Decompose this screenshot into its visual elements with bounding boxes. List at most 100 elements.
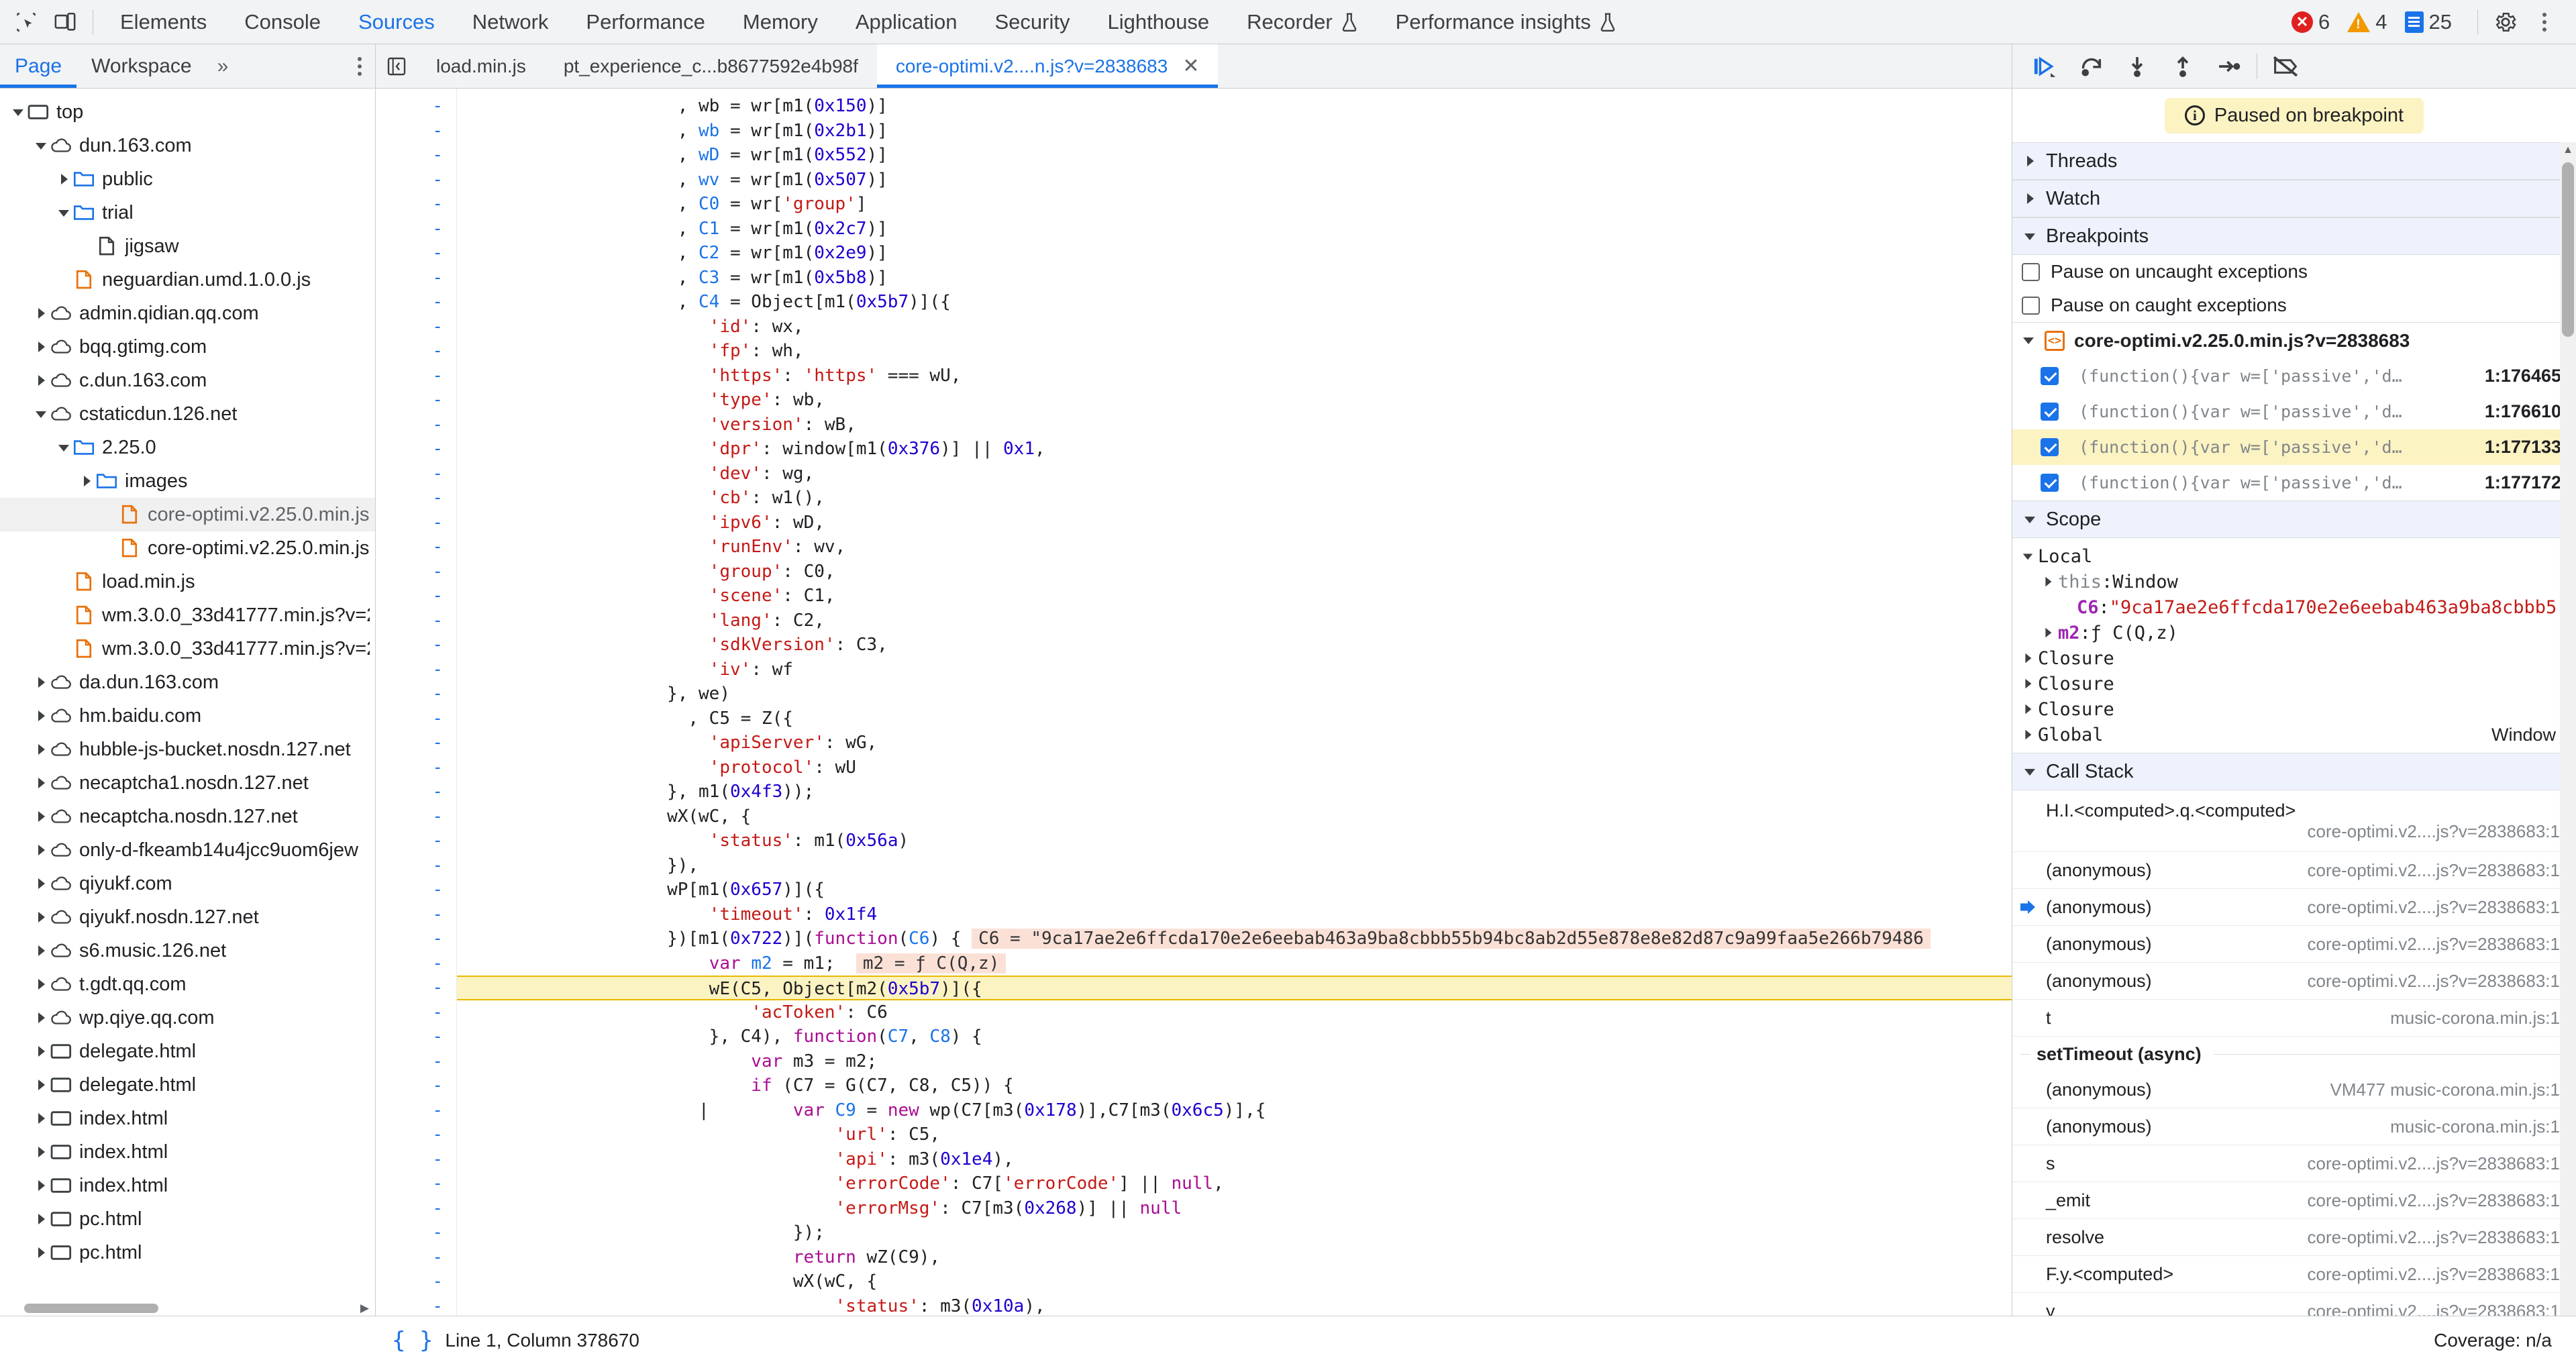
line-number[interactable]: - (376, 1122, 443, 1147)
chevron-right-icon[interactable] (32, 877, 50, 890)
code-line[interactable]: 'group': C0, (457, 560, 2012, 584)
call-stack-frame[interactable]: (anonymous) VM477 music-corona.min.js:1 (2012, 1071, 2576, 1108)
breakpoint-checkbox[interactable] (2041, 367, 2059, 385)
code-viewer[interactable]: ----------------------------------------… (376, 89, 2012, 1364)
pause-on-uncaught-exceptions-checkbox[interactable]: Pause on uncaught exceptions (2012, 255, 2576, 288)
line-number[interactable]: - (376, 290, 443, 315)
call-stack-frame[interactable]: (anonymous) core-optimi.v2....js?v=283868… (2012, 852, 2576, 889)
chevron-right-icon[interactable] (2042, 627, 2058, 639)
panel-tab-sources[interactable]: Sources (340, 0, 454, 44)
line-number[interactable]: - (376, 119, 443, 144)
tree-row[interactable]: core-optimi.v2.25.0.min.js?v (0, 498, 375, 531)
line-number[interactable]: - (376, 413, 443, 437)
breakpoint-row[interactable]: (function(){var w=['passive','d… 1:176465 (2012, 358, 2576, 394)
breakpoint-row[interactable]: (function(){var w=['passive','d… 1:177133 (2012, 429, 2576, 465)
tree-row[interactable]: images (0, 464, 375, 498)
chevron-right-icon[interactable] (32, 910, 50, 924)
line-number[interactable]: - (376, 609, 443, 633)
warning-counter[interactable]: 4 (2347, 10, 2399, 34)
chevron-right-icon[interactable] (32, 1212, 50, 1226)
line-number[interactable]: - (376, 780, 443, 804)
tree-row[interactable]: dun.163.com (0, 129, 375, 162)
line-number[interactable]: - (376, 951, 443, 976)
inline-variable-value[interactable]: C6 = "9ca17ae2e6ffcda170e2e6eebab463a9ba… (972, 929, 1930, 949)
line-number[interactable]: - (376, 168, 443, 193)
breakpoint-checkbox[interactable] (2041, 474, 2059, 492)
chevron-right-icon[interactable] (32, 810, 50, 823)
code-line[interactable]: var m3 = m2; (457, 1049, 2012, 1074)
chevron-right-icon[interactable] (32, 843, 50, 857)
line-number[interactable]: - (376, 1049, 443, 1074)
code-line[interactable]: 'iv': wf (457, 658, 2012, 682)
breakpoint-checkbox[interactable] (2041, 438, 2059, 456)
line-number[interactable]: - (376, 1000, 443, 1025)
line-number[interactable]: - (376, 241, 443, 266)
panel-tab-application[interactable]: Application (837, 0, 976, 44)
scope-row[interactable]: Closure (2012, 671, 2576, 696)
tree-row[interactable]: t.gdt.qq.com (0, 967, 375, 1001)
code-line[interactable]: 'https': 'https' === wU, (457, 364, 2012, 388)
code-line[interactable]: 'sdkVersion': C3, (457, 633, 2012, 658)
chevron-right-icon[interactable] (32, 978, 50, 991)
tree-row[interactable]: jigsaw (0, 229, 375, 263)
navigator-more-options-icon[interactable] (344, 56, 375, 76)
chevron-right-icon[interactable] (32, 944, 50, 957)
code-line[interactable]: 'status': m3(0x10a), (457, 1294, 2012, 1319)
line-number[interactable]: - (376, 143, 443, 168)
chevron-right-icon[interactable] (2022, 729, 2038, 741)
step-over-icon[interactable] (2069, 47, 2114, 86)
code-line[interactable]: var m2 = m1; m2 = ƒ C(Q,z) (457, 951, 2012, 976)
code-line[interactable]: 'errorCode': C7['errorCode'] || null, (457, 1171, 2012, 1196)
chevron-right-icon[interactable] (32, 1045, 50, 1058)
chevron-right-icon[interactable] (32, 743, 50, 756)
pause-on-caught-exceptions-checkbox[interactable]: Pause on caught exceptions (2012, 288, 2576, 322)
line-number[interactable]: - (376, 511, 443, 535)
breakpoint-group-file[interactable]: <> core-optimi.v2.25.0.min.js?v=2838683 (2012, 322, 2576, 358)
line-number[interactable]: - (376, 706, 443, 731)
code-content[interactable]: , wb = wr[m1(0x150)] , wb = wr[m1(0x2b1)… (456, 89, 2012, 1364)
panel-tab-lighthouse[interactable]: Lighthouse (1088, 0, 1228, 44)
editor-tab-core-optimi[interactable]: core-optimi.v2....n.js?v=2838683 ✕ (876, 44, 1219, 88)
line-number[interactable]: - (376, 1147, 443, 1172)
tree-row[interactable]: trial (0, 196, 375, 229)
chevron-right-icon[interactable] (32, 1078, 50, 1092)
breakpoint-row[interactable]: (function(){var w=['passive','d… 1:177172 (2012, 465, 2576, 501)
line-number[interactable]: - (376, 339, 443, 364)
tree-row[interactable]: necaptcha1.nosdn.127.net (0, 766, 375, 800)
more-tabs-icon[interactable]: » (207, 55, 240, 78)
chevron-down-icon[interactable] (32, 139, 50, 152)
deactivate-breakpoints-icon[interactable] (2263, 47, 2308, 86)
tree-row[interactable]: hm.baidu.com (0, 699, 375, 733)
line-number[interactable]: - (376, 804, 443, 829)
tree-row[interactable]: index.html (0, 1135, 375, 1169)
line-number[interactable]: - (376, 437, 443, 462)
code-line[interactable]: 'lang': C2, (457, 609, 2012, 633)
line-number[interactable]: - (376, 560, 443, 584)
line-number[interactable]: - (376, 364, 443, 388)
line-number[interactable]: - (376, 315, 443, 339)
line-number[interactable]: - (376, 388, 443, 413)
line-number[interactable]: - (376, 902, 443, 927)
code-line[interactable]: }); (457, 1220, 2012, 1245)
tree-row[interactable]: hubble-js-bucket.nosdn.127.net (0, 733, 375, 766)
tree-row[interactable]: 2.25.0 (0, 431, 375, 464)
panel-tab-security[interactable]: Security (976, 0, 1089, 44)
code-line[interactable]: , C4 = Object[m1(0x5b7)]({ (457, 290, 2012, 315)
code-line[interactable]: 'protocol': wU (457, 755, 2012, 780)
call-stack-frame[interactable]: resolve core-optimi.v2....js?v=2838683:1 (2012, 1219, 2576, 1256)
chevron-right-icon[interactable] (32, 776, 50, 790)
panel-tab-memory[interactable]: Memory (724, 0, 837, 44)
code-line[interactable]: , C3 = wr[m1(0x5b8)] (457, 266, 2012, 291)
chevron-right-icon[interactable] (32, 1246, 50, 1259)
scope-row[interactable]: Closure (2012, 696, 2576, 722)
chevron-down-icon[interactable] (9, 105, 27, 119)
breakpoint-row[interactable]: (function(){var w=['passive','d… 1:176610 (2012, 394, 2576, 429)
line-number[interactable]: - (376, 976, 443, 1000)
tree-row[interactable]: index.html (0, 1169, 375, 1202)
code-line[interactable]: }), (457, 853, 2012, 878)
scope-row[interactable]: m2: ƒ C(Q,z) (2012, 620, 2576, 645)
debugger-vertical-scrollbar[interactable]: ▲ ▼ (2560, 142, 2576, 1364)
line-number[interactable]: - (376, 266, 443, 291)
chevron-right-icon[interactable] (2022, 652, 2038, 664)
line-number[interactable]: - (376, 927, 443, 951)
